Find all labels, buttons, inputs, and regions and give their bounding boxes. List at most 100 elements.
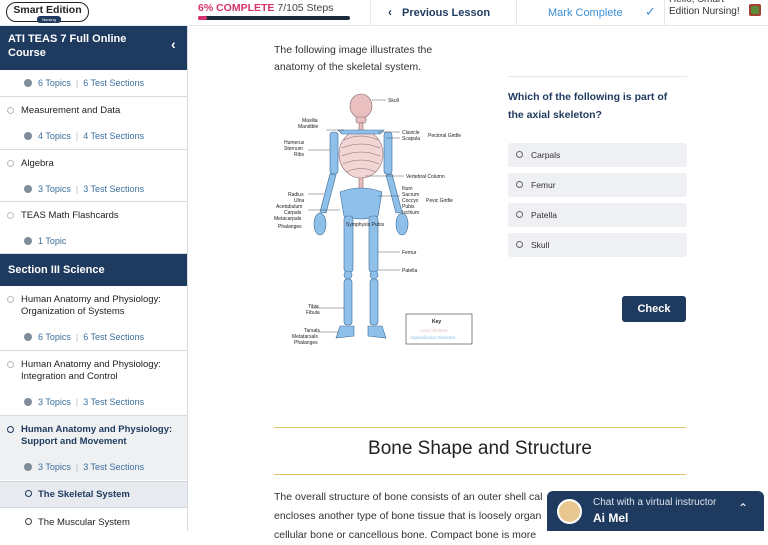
topics-count: 1 Topic [38, 236, 67, 246]
radio-icon[interactable] [516, 241, 523, 248]
list-item[interactable]: Algebra 3 Topics | 3 Test Sections [0, 150, 187, 202]
answer-option[interactable]: Patella [508, 203, 687, 227]
progress-bar [198, 16, 350, 20]
option-label: Patella [531, 210, 557, 220]
right-humerus [383, 131, 393, 175]
topics-icon [24, 132, 32, 140]
label-patella: Patella [402, 268, 418, 274]
avatar-icon[interactable] [749, 4, 761, 16]
skull [349, 93, 373, 119]
lesson-title: The Muscular System [38, 517, 130, 528]
group-title: Algebra [21, 158, 54, 169]
section-rule [274, 427, 686, 428]
answer-option[interactable]: Femur [508, 173, 687, 197]
group-title: Measurement and Data [21, 105, 121, 116]
label-phalanges-foot: Phalanges [294, 340, 318, 346]
divider [664, 0, 665, 26]
chat-widget[interactable]: Chat with a virtual instructor Ai Mel ⌃ [547, 491, 764, 531]
divider [508, 76, 687, 77]
topics-icon [24, 463, 32, 471]
chevron-up-icon[interactable]: ⌃ [738, 501, 748, 515]
topics-count: 3 Topics [38, 397, 71, 407]
status-circle-icon [7, 160, 14, 167]
pelvis [339, 187, 383, 220]
group-meta: 4 Topics | 4 Test Sections [24, 131, 144, 141]
tests-count: 3 Test Sections [83, 462, 145, 472]
topics-icon [24, 237, 32, 245]
radio-icon[interactable] [516, 181, 523, 188]
logo-subtext: Nursing [37, 16, 61, 23]
status-circle-icon [7, 296, 14, 303]
status-circle-icon [7, 212, 14, 219]
label-femur: Femur [402, 250, 417, 256]
previous-lesson-label: Previous Lesson [402, 7, 491, 19]
right-patella [369, 270, 379, 280]
left-forearm [319, 173, 337, 214]
list-item-active[interactable]: Human Anatomy and Physiology: Support an… [0, 416, 187, 480]
section-title: Section III Science [8, 264, 105, 276]
label-scapula: Scapula [402, 136, 420, 142]
list-item[interactable]: Human Anatomy and Physiology: Organizati… [0, 286, 187, 351]
key-title: Key [432, 319, 441, 325]
option-label: Femur [531, 180, 556, 190]
chevron-left-icon[interactable]: ‹ [171, 36, 176, 52]
lesson-item-active[interactable]: The Skeletal System [0, 481, 187, 508]
section-header[interactable]: Section III Science [0, 254, 187, 286]
previous-lesson-button[interactable]: ‹ Previous Lesson [388, 5, 490, 19]
course-sidebar: ATI TEAS 7 Full Online Course ‹ 6 Topics… [0, 26, 188, 531]
label-metacarpals: Metacarpals [274, 216, 302, 222]
key-axial: Axial Skeleton [420, 328, 449, 333]
diagram-key: Key Axial Skeleton Appendicular Skeleton [405, 313, 473, 345]
left-humerus [329, 131, 339, 175]
topics-count: 4 Topics [38, 131, 71, 141]
body-line: The overall structure of bone consists o… [274, 491, 543, 503]
list-item[interactable]: Human Anatomy and Physiology: Integratio… [0, 351, 187, 416]
logo[interactable]: Smart Edition Nursing [6, 2, 89, 23]
topics-count: 3 Topics [38, 462, 71, 472]
mark-complete-button[interactable]: Mark Complete [548, 7, 623, 19]
course-header[interactable]: ATI TEAS 7 Full Online Course ‹ [0, 26, 187, 70]
right-hand [395, 212, 409, 236]
left-foot [335, 325, 355, 339]
radio-icon[interactable] [516, 151, 523, 158]
progress-label: 6% COMPLETE 7/105 Steps [198, 2, 333, 14]
divider [516, 0, 517, 26]
check-button[interactable]: Check [622, 296, 686, 322]
topics-count: 6 Topics [38, 332, 71, 342]
answer-option[interactable]: Skull [508, 233, 687, 257]
label-mandible: Mandible [298, 124, 319, 130]
list-item[interactable]: 6 Topics | 6 Test Sections [0, 70, 187, 97]
group-title: TEAS Math Flashcards [21, 210, 119, 221]
progress-steps: 7/105 Steps [277, 2, 334, 14]
section-heading: Bone Shape and Structure [368, 438, 592, 459]
intro-line: The following image illustrates the [274, 44, 433, 56]
tests-count: 3 Test Sections [83, 184, 145, 194]
radio-icon[interactable] [516, 211, 523, 218]
label-pelvic-girdle: Pevic Girdle [426, 198, 453, 204]
tests-count: 6 Test Sections [83, 332, 145, 342]
intro-text: The following image illustrates the anato… [274, 42, 432, 76]
answer-option[interactable]: Carpals [508, 143, 687, 167]
status-circle-icon [7, 361, 14, 368]
lesson-item[interactable]: The Muscular System [0, 508, 187, 531]
group-title: Human Anatomy and Physiology: Support an… [21, 424, 173, 447]
label-fibula: Fibula [306, 310, 320, 316]
user-greeting[interactable]: Hello, Smart Edition Nursing! [669, 0, 749, 18]
label-ischium: Ischium [402, 210, 419, 216]
group-meta: 3 Topics | 3 Test Sections [24, 462, 144, 472]
lesson-title: The Skeletal System [38, 489, 130, 500]
course-title: ATI TEAS 7 Full Online Course [8, 33, 127, 59]
group-meta: 6 Topics | 6 Test Sections [24, 332, 144, 342]
progress-percent: 6% COMPLETE [198, 2, 275, 14]
tests-count: 3 Test Sections [83, 397, 145, 407]
clavicle [337, 129, 385, 135]
list-item[interactable]: TEAS Math Flashcards 1 Topic [0, 202, 187, 254]
label-ribs: Ribs [294, 152, 305, 158]
top-bar: Smart Edition Nursing 6% COMPLETE 7/105 … [0, 0, 768, 26]
list-item[interactable]: Measurement and Data 4 Topics | 4 Test Sec… [0, 97, 187, 150]
group-title: Human Anatomy and Physiology: Integratio… [21, 359, 161, 382]
tests-count: 6 Test Sections [83, 78, 145, 88]
left-tibia [343, 278, 353, 326]
section-rule [274, 474, 686, 475]
label-skull: Skull [388, 98, 399, 104]
